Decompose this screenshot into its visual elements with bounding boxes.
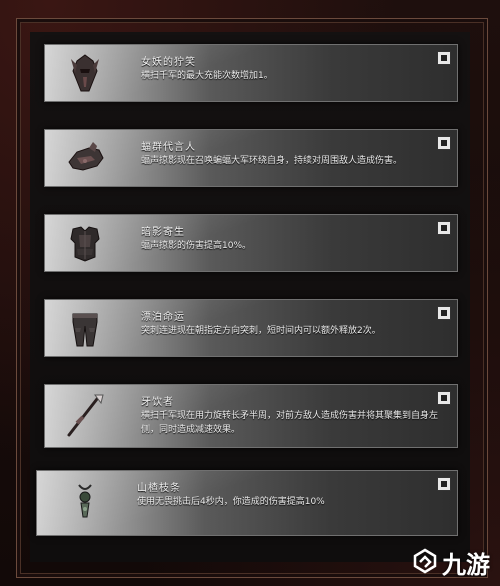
skill-description: 蝠声掠影的伤害提高10%。 bbox=[141, 241, 252, 251]
leg-armor-icon bbox=[61, 304, 109, 352]
helmet-icon bbox=[61, 49, 109, 97]
skill-badge-icon[interactable] bbox=[437, 221, 451, 235]
gauntlet-icon bbox=[61, 134, 109, 182]
skill-description: 使用无畏挑击后4秒内，你造成的伤害提高10% bbox=[137, 497, 325, 507]
skill-description: 横扫千军现在用力旋转长矛半周，对前方敌人造成伤害并将其聚集到自身左侧，同时造成减… bbox=[141, 411, 439, 435]
skill-badge-icon[interactable] bbox=[437, 477, 451, 491]
skill-title: 漂泊命运 bbox=[141, 312, 185, 323]
skill-card-5[interactable]: 牙饮者 横扫千军现在用力旋转长矛半周，对前方敌人造成伤害并将其聚集到自身左侧，同… bbox=[44, 384, 458, 448]
skill-title: 暗影寄生 bbox=[141, 227, 185, 238]
skill-badge-icon[interactable] bbox=[437, 391, 451, 405]
watermark-text: 九游 bbox=[442, 551, 490, 579]
amulet-icon bbox=[61, 479, 109, 527]
skill-title: 山楂枝条 bbox=[137, 483, 181, 494]
skill-description: 蝠声掠影现在召唤蝙蝠大军环绕自身，持续对周围敌人造成伤害。 bbox=[141, 156, 403, 166]
skill-title: 牙饮者 bbox=[141, 397, 174, 408]
skill-title: 蝠群代言人 bbox=[141, 142, 196, 153]
skill-card-4[interactable]: 漂泊命运 突刺连进现在朝指定方向突刺，短时间内可以额外释放2次。 bbox=[44, 299, 458, 357]
skill-badge-icon[interactable] bbox=[437, 136, 451, 150]
spear-icon bbox=[61, 391, 109, 439]
skill-description: 横扫千军的最大充能次数增加1。 bbox=[141, 71, 273, 81]
jiuyou-watermark: 九游 bbox=[412, 545, 490, 580]
skill-card-2[interactable]: 蝠群代言人 蝠声掠影现在召唤蝙蝠大军环绕自身，持续对周围敌人造成伤害。 bbox=[44, 129, 458, 187]
jiuyou-logo-icon bbox=[412, 548, 438, 578]
skill-description: 突刺连进现在朝指定方向突刺，短时间内可以额外释放2次。 bbox=[141, 326, 381, 336]
skill-card-3[interactable]: 暗影寄生 蝠声掠影的伤害提高10%。 bbox=[44, 214, 458, 272]
skill-card-1[interactable]: 女妖的狞笑 横扫千军的最大充能次数增加1。 bbox=[44, 44, 458, 102]
skill-badge-icon[interactable] bbox=[437, 51, 451, 65]
skill-card-6[interactable]: 山楂枝条 使用无畏挑击后4秒内，你造成的伤害提高10% bbox=[36, 470, 458, 536]
skill-title: 女妖的狞笑 bbox=[141, 57, 196, 68]
chest-armor-icon bbox=[61, 219, 109, 267]
skill-badge-icon[interactable] bbox=[437, 306, 451, 320]
